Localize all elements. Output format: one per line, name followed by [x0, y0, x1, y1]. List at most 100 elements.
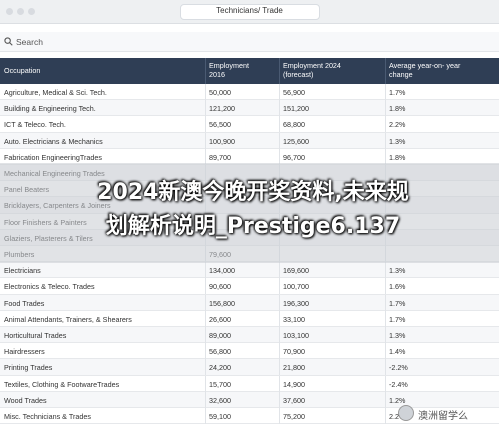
cell-occupation: Wood Trades — [4, 395, 47, 405]
column-divider — [205, 359, 206, 376]
watermark-text: 澳洲留学么 — [418, 411, 468, 422]
table-row[interactable]: Electronics & Teleco. Trades 90,600 100,70… — [0, 278, 499, 295]
header-employment-2016: Employment 2016 — [209, 61, 249, 79]
column-divider — [279, 359, 280, 376]
column-divider — [279, 278, 280, 295]
column-divider — [205, 278, 206, 295]
overlay-line-1: 2024新澳今晚开奖资料,未来规 — [97, 180, 409, 205]
table-row[interactable]: Animal Attendants, Trainers, & Shearers 2… — [0, 310, 499, 327]
table-row[interactable]: Hairdressers 56,800 70,900 1.4% — [0, 343, 499, 360]
column-divider — [279, 310, 280, 327]
cell-employment-2024: 169,600 — [283, 266, 309, 276]
cell-average-change: 1.3% — [389, 136, 406, 146]
cell-employment-2016: 156,800 — [209, 298, 235, 308]
column-divider — [205, 262, 206, 279]
column-divider — [385, 359, 386, 376]
cell-occupation: Building & Engineering Tech. — [4, 104, 96, 114]
cell-average-change: 1.8% — [389, 152, 406, 162]
table-row[interactable]: Food Trades 156,800 196,300 1.7% — [0, 294, 499, 311]
cell-average-change: 1.3% — [389, 331, 406, 340]
cell-employment-2024: 151,200 — [283, 104, 309, 114]
cell-employment-2024: 75,200 — [283, 412, 305, 421]
column-divider — [279, 391, 280, 408]
cell-employment-2024: 103,100 — [283, 331, 309, 340]
cell-occupation: Fabrication EngineeringTrades — [4, 152, 103, 162]
cell-employment-2024: 33,100 — [283, 314, 305, 324]
cell-employment-2024: 125,600 — [283, 136, 309, 146]
cell-occupation: Animal Attendants, Trainers, & Shearers — [4, 314, 132, 324]
column-divider — [205, 310, 206, 327]
cell-employment-2024: 68,800 — [283, 120, 305, 130]
column-divider — [279, 408, 280, 424]
column-divider — [279, 58, 280, 84]
column-divider — [279, 132, 280, 149]
table-row[interactable]: ICT & Teleco. Tech. 56,500 68,800 2.2% — [0, 116, 499, 133]
column-divider — [205, 391, 206, 408]
cell-employment-2016: 90,600 — [209, 282, 231, 292]
column-divider — [385, 116, 386, 133]
cell-employment-2016: 56,800 — [209, 347, 231, 357]
cell-occupation: Agriculture, Medical & Sci. Tech. — [4, 88, 107, 97]
cell-occupation: Electricians — [4, 266, 41, 276]
cell-average-change: 1.7% — [389, 298, 406, 308]
column-divider — [279, 262, 280, 279]
cell-employment-2024: 56,900 — [283, 88, 305, 97]
watermark: 澳洲留学么 — [398, 404, 496, 422]
cell-average-change: -2.4% — [389, 379, 408, 389]
column-divider — [385, 327, 386, 343]
cell-occupation: Misc. Technicians & Trades — [4, 412, 91, 421]
cell-employment-2024: 21,800 — [283, 363, 305, 373]
column-divider — [279, 375, 280, 392]
promo-overlay-text: 2024新澳今晚开奖资料,未来规 划解析说明_Prestige6.137 — [18, 176, 488, 244]
table-row[interactable]: Textiles, Clothing & FootwareTrades 15,70… — [0, 375, 499, 392]
cell-average-change: 1.7% — [389, 314, 406, 324]
column-divider — [385, 375, 386, 392]
cell-employment-2016: 121,200 — [209, 104, 235, 114]
window-title: Technicians/ Trade — [216, 6, 283, 15]
column-divider — [385, 100, 386, 117]
column-divider — [279, 327, 280, 343]
column-divider — [385, 391, 386, 408]
cell-employment-2024: 100,700 — [283, 282, 309, 292]
column-divider — [205, 58, 206, 84]
header-occupation: Occupation — [4, 66, 41, 75]
column-divider — [205, 116, 206, 133]
cell-employment-2016: 26,600 — [209, 314, 231, 324]
cell-average-change: 1.3% — [389, 266, 406, 276]
cell-employment-2016: 89,000 — [209, 331, 231, 340]
column-divider — [205, 408, 206, 424]
column-divider — [279, 294, 280, 311]
column-divider — [385, 58, 386, 84]
column-divider — [385, 343, 386, 360]
cell-average-change: 2.2% — [389, 120, 406, 130]
column-divider — [205, 132, 206, 149]
table-row[interactable]: Building & Engineering Tech. 121,200 151,2… — [0, 100, 499, 117]
header-average-change: Average year-on- year change — [389, 61, 461, 79]
cell-average-change: 1.7% — [389, 88, 406, 97]
search-icon — [4, 37, 13, 46]
cell-employment-2024: 70,900 — [283, 347, 305, 357]
column-divider — [385, 132, 386, 149]
cell-occupation: Horticultural Trades — [4, 331, 67, 340]
overlay-line-2: 划解析说明_Prestige6.137 — [105, 214, 401, 239]
cell-average-change: 1.6% — [389, 282, 406, 292]
window-titlebar: Technicians/ Trade — [0, 0, 499, 24]
table-row[interactable]: Agriculture, Medical & Sci. Tech. 50,000 5… — [0, 84, 499, 101]
search-bar[interactable]: Search — [0, 32, 499, 52]
cell-employment-2016: 134,000 — [209, 266, 235, 276]
cell-employment-2016: 100,900 — [209, 136, 235, 146]
cell-employment-2024: 96,700 — [283, 152, 305, 162]
watermark-logo-icon — [398, 405, 414, 421]
table-row[interactable]: Electricians 134,000 169,600 1.3% — [0, 262, 499, 279]
column-divider — [205, 100, 206, 117]
table-row[interactable]: Printing Trades 24,200 21,800 -2.2% — [0, 359, 499, 376]
cell-employment-2024: 14,900 — [283, 379, 305, 389]
cell-average-change: 1.8% — [389, 104, 406, 114]
search-input[interactable]: Search — [16, 37, 43, 47]
column-divider — [385, 84, 386, 100]
table-row[interactable]: Auto. Electricians & Mechanics 100,900 125… — [0, 132, 499, 149]
column-divider — [385, 310, 386, 327]
column-divider — [205, 343, 206, 360]
table-row[interactable]: Horticultural Trades 89,000 103,100 1.3% — [0, 327, 499, 344]
cell-average-change: -2.2% — [389, 363, 408, 373]
